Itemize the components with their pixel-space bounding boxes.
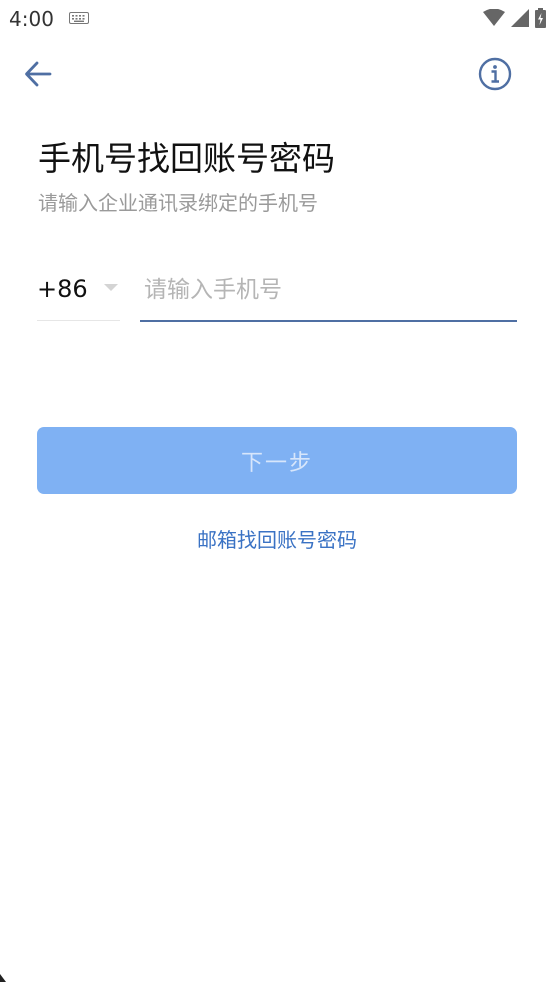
corner-mark-icon — [0, 974, 6, 982]
cellular-signal-icon — [511, 9, 529, 27]
email-recovery-link[interactable]: 邮箱找回账号密码 — [0, 526, 554, 554]
page-title: 手机号找回账号密码 — [38, 139, 335, 178]
info-button[interactable] — [476, 55, 514, 93]
arrow-left-icon — [25, 61, 52, 87]
back-button[interactable] — [20, 56, 56, 92]
status-bar: 4:00 — [0, 0, 554, 40]
page-subtitle: 请输入企业通讯录绑定的手机号 — [38, 191, 318, 215]
next-button[interactable]: 下一步 — [37, 427, 517, 494]
phone-input[interactable] — [140, 262, 517, 318]
dropdown-arrow-icon — [104, 284, 118, 291]
info-circle-icon — [478, 57, 512, 91]
status-time: 4:00 — [9, 7, 54, 31]
country-code-value: +86 — [37, 275, 88, 303]
phone-field[interactable] — [140, 262, 517, 322]
status-icons — [483, 8, 546, 28]
country-code-selector[interactable]: +86 — [37, 262, 120, 321]
wifi-icon — [483, 9, 505, 26]
keyboard-icon — [69, 12, 89, 24]
battery-charging-icon — [535, 8, 546, 28]
